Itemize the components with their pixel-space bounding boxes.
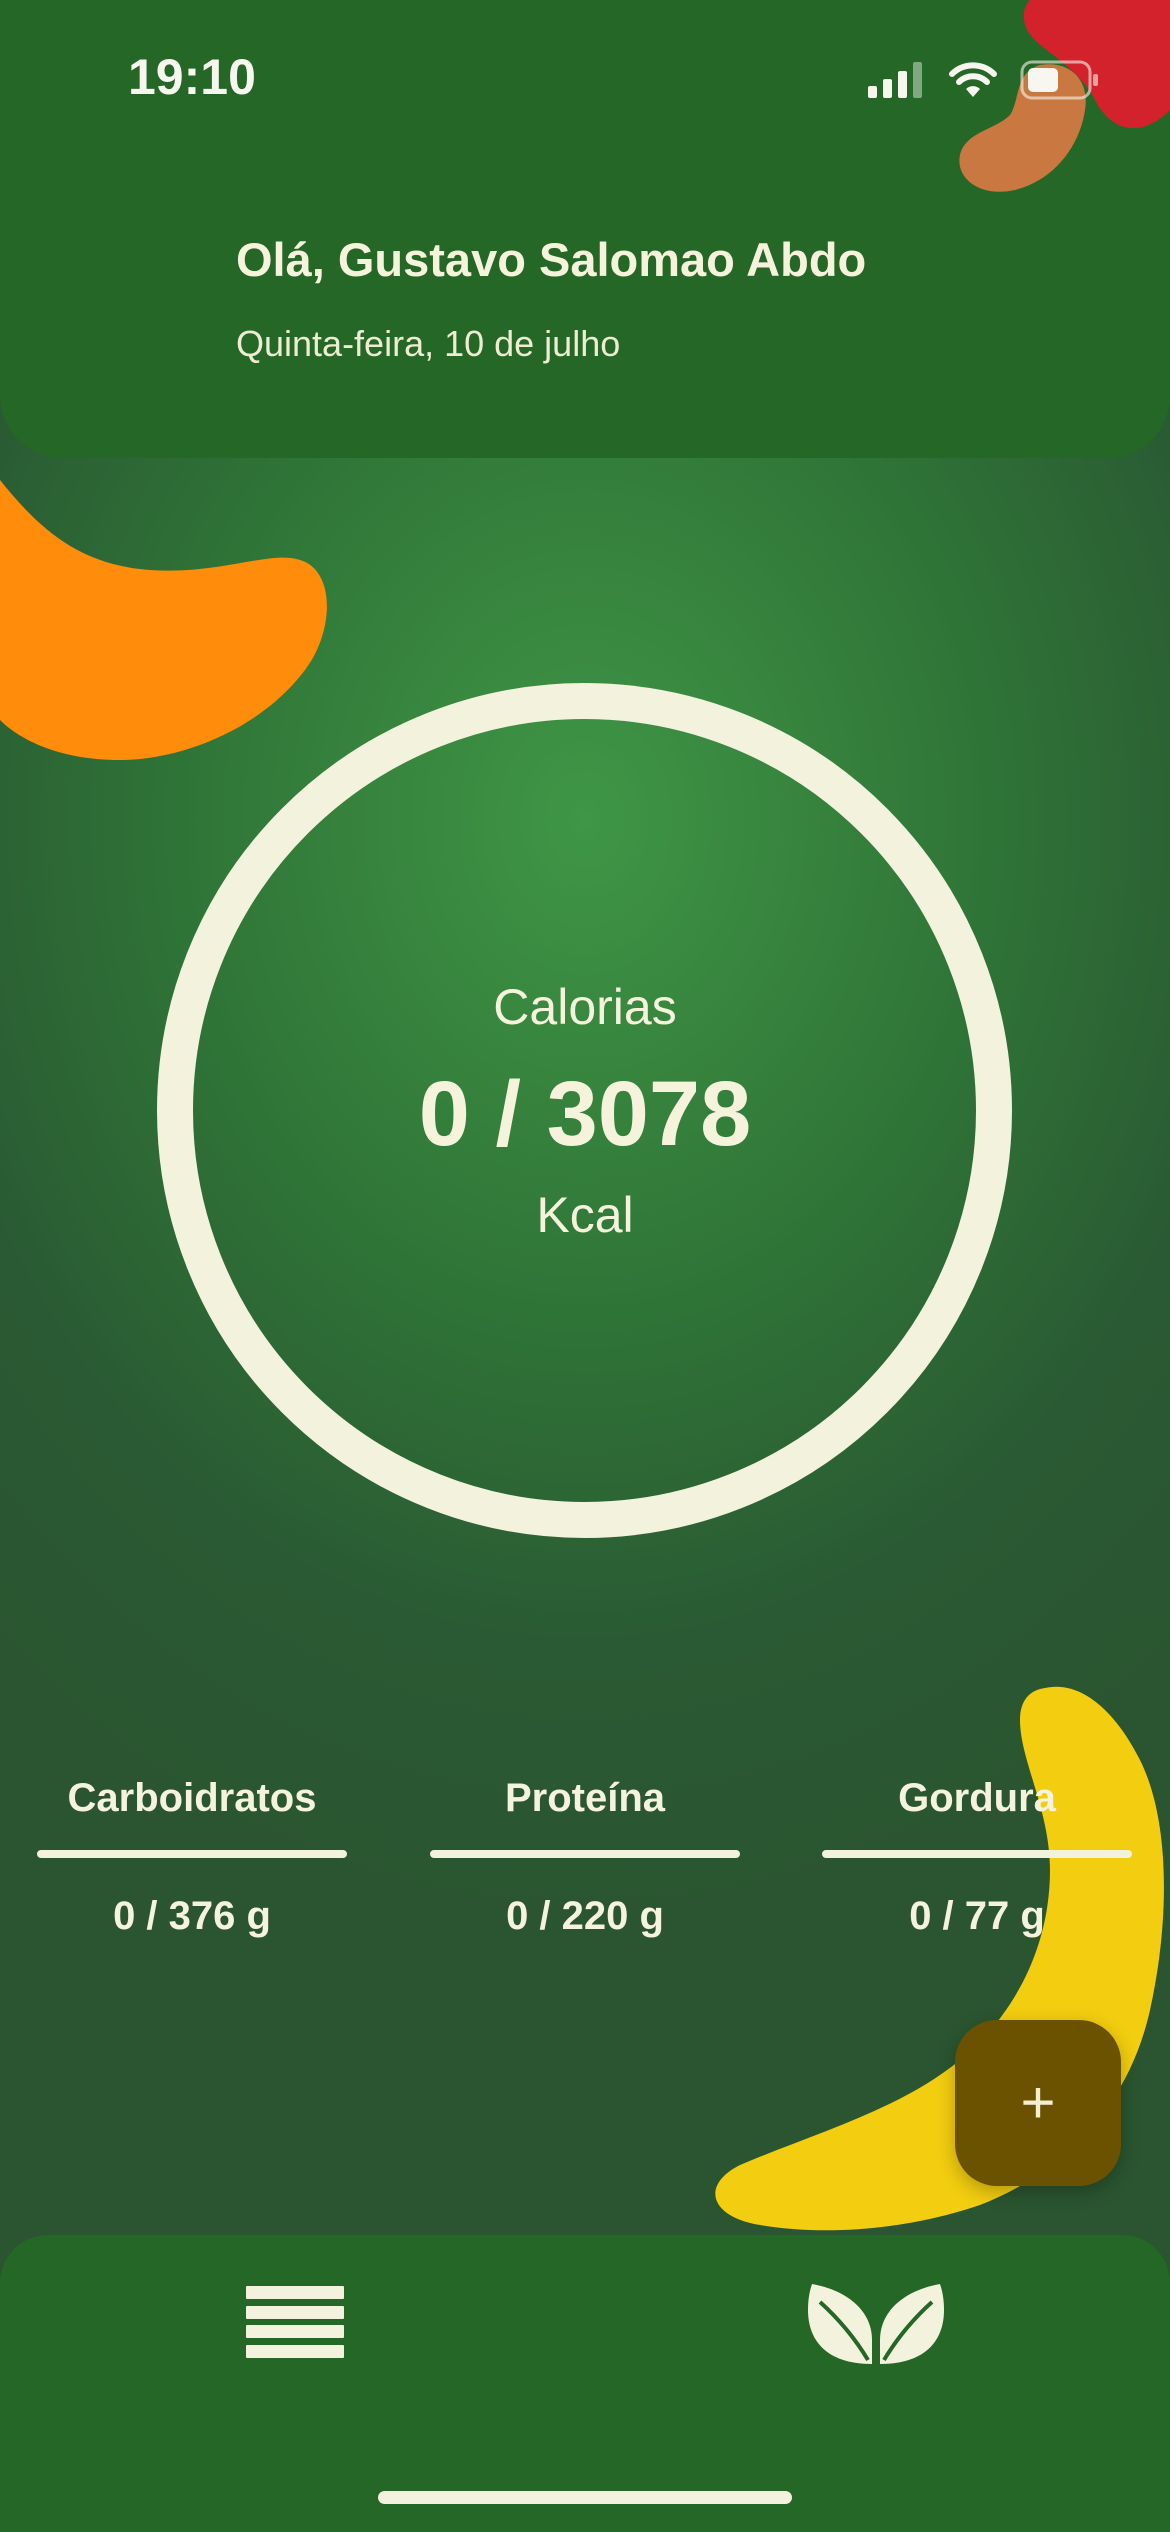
macro-carbs: Carboidratos 0 / 376 g [37, 1776, 347, 1939]
current-date: Quinta-feira, 10 de julho [236, 323, 621, 364]
plus-icon: + [1020, 2069, 1056, 2136]
macro-protein-label: Proteína [504, 1776, 666, 1820]
calories-unit: Kcal [536, 1187, 634, 1243]
bottom-navigation [0, 2235, 1170, 2532]
orange-blob-decoration [0, 480, 327, 760]
battery-icon [1020, 60, 1098, 100]
status-icons [840, 52, 1100, 108]
macro-fat-value: 0 / 77 g [909, 1894, 1045, 1938]
calories-value: 0 / 3078 [418, 1063, 752, 1165]
macro-fat: Gordura 0 / 77 g [822, 1776, 1132, 1939]
header-panel: 19:10 Olá, Gustavo Salomao Abdo Quinta-f… [0, 0, 1170, 458]
add-food-button[interactable]: + [955, 2020, 1121, 2186]
status-time: 19:10 [128, 49, 256, 105]
macro-fat-label: Gordura [898, 1776, 1056, 1820]
greeting-title: Olá, Gustavo Salomao Abdo [236, 233, 867, 286]
macro-protein-bar [430, 1850, 740, 1858]
calories-label: Calorias [493, 979, 677, 1035]
macro-carbs-bar [37, 1850, 347, 1858]
wifi-icon [949, 62, 997, 97]
macro-protein: Proteína 0 / 220 g [430, 1776, 740, 1939]
macro-carbs-label: Carboidratos [67, 1776, 317, 1820]
macro-carbs-value: 0 / 376 g [113, 1894, 271, 1938]
macro-protein-value: 0 / 220 g [506, 1894, 664, 1938]
signal-icon [868, 62, 922, 98]
home-indicator[interactable] [378, 2491, 792, 2504]
macro-fat-bar [822, 1850, 1132, 1858]
leaf-icon[interactable] [806, 2280, 946, 2370]
menu-icon[interactable] [240, 2280, 350, 2364]
